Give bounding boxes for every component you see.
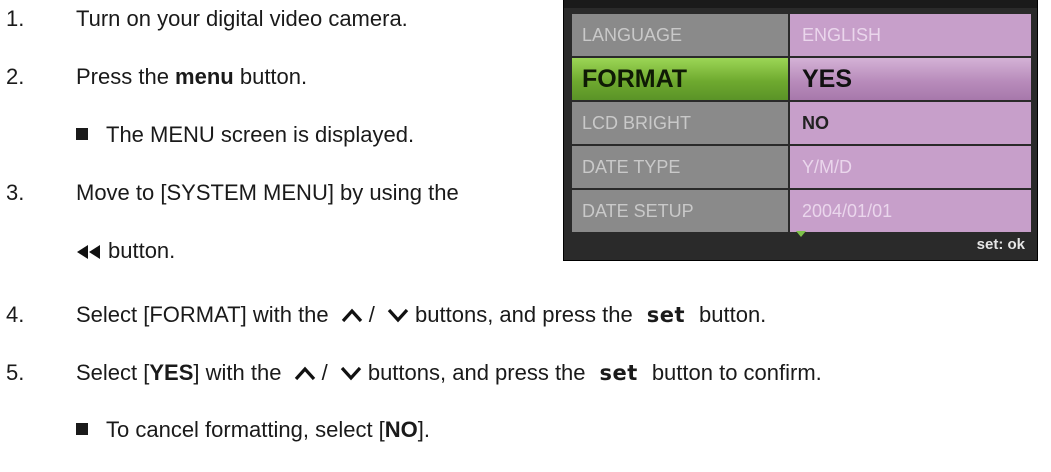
bullet-icon (76, 128, 88, 140)
menu-row-value: YES (790, 58, 1031, 100)
menu-row-lcd-bright: LCD BRIGHT NO (572, 102, 1031, 146)
step-text: Move to [SYSTEM MENU] by using the (76, 180, 459, 205)
step-text: Turn on your digital video camera. (76, 6, 408, 31)
step-3-line2: button. (76, 236, 175, 266)
scroll-down-icon (796, 231, 806, 237)
menu-row-value: Y/M/D (790, 146, 1031, 188)
menu-row-date-type: DATE TYPE Y/M/D (572, 146, 1031, 190)
step-2-result: The MENU screen is displayed. (76, 120, 414, 150)
step-text: Select [FORMAT] with the / buttons, and … (76, 302, 767, 327)
menu-row-format: FORMAT YES (572, 58, 1031, 102)
down-arrow-icon (387, 308, 409, 323)
step-5-note: To cancel formatting, select [NO]. (76, 415, 430, 445)
step-number: 5. (6, 360, 25, 385)
menu-row-label: DATE TYPE (572, 146, 788, 188)
bullet-icon (76, 423, 88, 435)
step-number: 1. (6, 6, 25, 31)
step-text: Select [YES] with the / buttons, and pre… (76, 360, 822, 385)
menu-header-strip (564, 0, 1037, 8)
up-arrow-icon (294, 366, 315, 381)
yes-option-name: YES (149, 360, 194, 385)
set-ok-hint: set: ok (976, 236, 1025, 253)
set-button-icon: set (646, 303, 686, 327)
no-option-name: NO (384, 417, 418, 442)
step-number: 4. (6, 302, 25, 327)
menu-row-label: LCD BRIGHT (572, 102, 788, 144)
down-arrow-icon (340, 366, 362, 381)
set-button-icon: set (599, 361, 638, 385)
menu-row-label: DATE SETUP (572, 190, 788, 232)
rewind-button-icon (77, 245, 100, 259)
menu-row-label: LANGUAGE (572, 14, 788, 56)
menu-row-label: FORMAT (572, 58, 788, 100)
system-menu-screen: LANGUAGE ENGLISH FORMAT YES LCD BRIGHT N… (563, 0, 1038, 261)
menu-row-value: ENGLISH (790, 14, 1031, 56)
step-text: Press the menu button. (76, 64, 308, 89)
menu-button-name: menu (175, 64, 234, 89)
up-arrow-icon (341, 308, 362, 323)
menu-row-language: LANGUAGE ENGLISH (572, 14, 1031, 58)
menu-row-value: 2004/01/01 (790, 190, 1031, 232)
menu-row-value: NO (790, 102, 1031, 144)
step-number: 3. (6, 180, 25, 205)
menu-footer: set: ok (564, 227, 1037, 261)
step-number: 2. (6, 64, 25, 89)
